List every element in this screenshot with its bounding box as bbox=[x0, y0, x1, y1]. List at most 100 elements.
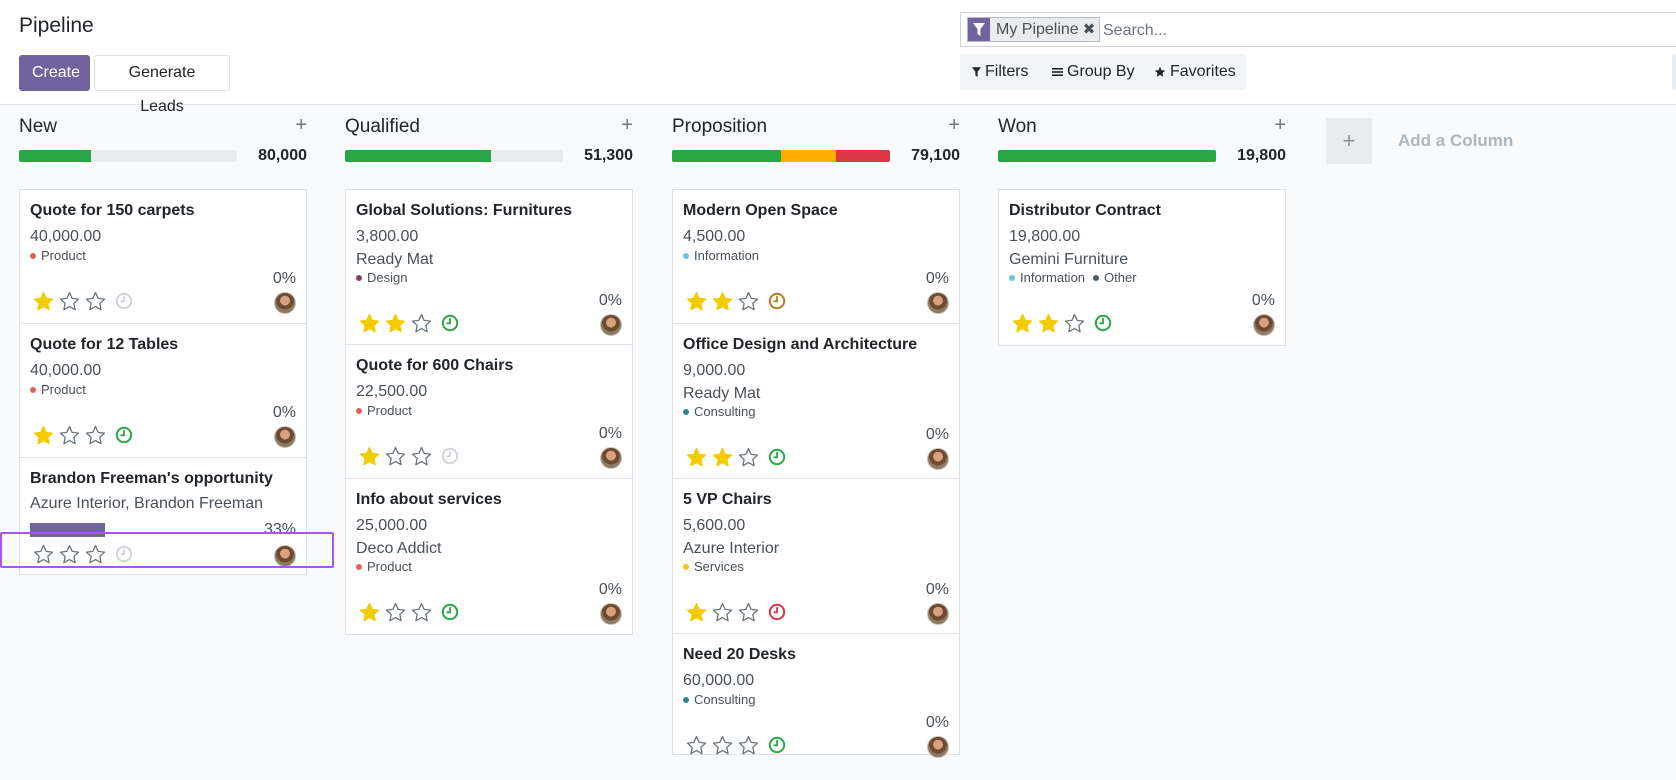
progress-segment[interactable] bbox=[998, 150, 1216, 162]
avatar[interactable] bbox=[600, 447, 622, 469]
clock-icon[interactable] bbox=[114, 291, 134, 311]
opportunity-card[interactable]: Quote for 12 Tables 40,000.00 Product 0% bbox=[20, 324, 306, 458]
facet-value: My Pipeline bbox=[996, 21, 1079, 38]
opportunity-card[interactable]: Need 20 Desks 60,000.00 Consulting 0% bbox=[673, 634, 959, 758]
column-progress-bar[interactable] bbox=[19, 150, 237, 162]
avatar[interactable] bbox=[274, 292, 296, 314]
star-empty-icon[interactable] bbox=[82, 424, 108, 446]
search-input[interactable] bbox=[1101, 18, 1645, 43]
clock-icon[interactable] bbox=[767, 291, 787, 311]
tag-label: Product bbox=[41, 382, 86, 397]
progress-segment[interactable] bbox=[19, 150, 91, 162]
star-filled-icon[interactable] bbox=[709, 446, 735, 468]
add-column-button[interactable]: + Add a Column bbox=[1326, 118, 1513, 164]
star-filled-icon[interactable] bbox=[683, 601, 709, 623]
star-filled-icon[interactable] bbox=[1009, 312, 1035, 334]
progress-segment[interactable] bbox=[672, 150, 781, 162]
clock-icon[interactable] bbox=[440, 313, 460, 333]
star-empty-icon[interactable] bbox=[56, 424, 82, 446]
favorites-button[interactable]: Favorites bbox=[1154, 54, 1236, 90]
star-filled-icon[interactable] bbox=[30, 424, 56, 446]
avatar[interactable] bbox=[927, 448, 949, 470]
card-title: Need 20 Desks bbox=[683, 646, 796, 663]
quick-create-plus-icon[interactable]: + bbox=[1274, 114, 1286, 137]
opportunity-card[interactable]: Distributor Contract 19,800.00 Gemini Furn… bbox=[999, 190, 1285, 345]
avatar[interactable] bbox=[600, 603, 622, 625]
clock-icon[interactable] bbox=[767, 735, 787, 755]
create-button[interactable]: Create bbox=[19, 55, 90, 91]
view-switcher-edge[interactable] bbox=[1672, 54, 1676, 90]
star-empty-icon[interactable] bbox=[735, 290, 761, 312]
column-progress-bar[interactable] bbox=[672, 150, 890, 162]
tag-dot bbox=[1009, 274, 1015, 281]
quick-create-plus-icon[interactable]: + bbox=[295, 114, 307, 137]
star-filled-icon[interactable] bbox=[356, 312, 382, 334]
star-empty-icon[interactable] bbox=[408, 312, 434, 334]
clock-icon[interactable] bbox=[440, 446, 460, 466]
avatar[interactable] bbox=[600, 314, 622, 336]
opportunity-card[interactable]: 5 VP Chairs 5,600.00 Azure Interior Service… bbox=[673, 479, 959, 634]
star-filled-icon[interactable] bbox=[709, 290, 735, 312]
avatar[interactable] bbox=[274, 426, 296, 448]
avatar[interactable] bbox=[1253, 314, 1275, 336]
generate-leads-button[interactable]: Generate Leads bbox=[94, 55, 230, 115]
avatar[interactable] bbox=[927, 292, 949, 314]
card-title: Info about services bbox=[356, 491, 502, 508]
progress-segment[interactable] bbox=[345, 150, 492, 162]
star-empty-icon[interactable] bbox=[382, 445, 408, 467]
remove-facet-icon[interactable]: ✖ bbox=[1083, 18, 1100, 41]
column-progress-bar[interactable] bbox=[998, 150, 1216, 162]
star-filled-icon[interactable] bbox=[683, 290, 709, 312]
opportunity-card[interactable]: Info about services 25,000.00 Deco Addict P… bbox=[346, 479, 632, 634]
progress-segment[interactable] bbox=[781, 150, 836, 162]
star-empty-icon[interactable] bbox=[408, 445, 434, 467]
progress-segment[interactable] bbox=[835, 150, 890, 162]
star-empty-icon[interactable] bbox=[683, 734, 709, 756]
probability-progress-bar[interactable] bbox=[30, 523, 105, 537]
column-total: 79,100 bbox=[911, 147, 960, 164]
clock-icon[interactable] bbox=[767, 602, 787, 622]
opportunity-card[interactable]: Quote for 150 carpets 40,000.00 Product 0% bbox=[20, 190, 306, 324]
star-filled-icon[interactable] bbox=[356, 601, 382, 623]
star-filled-icon[interactable] bbox=[30, 290, 56, 312]
star-empty-icon[interactable] bbox=[735, 734, 761, 756]
avatar[interactable] bbox=[274, 545, 296, 567]
star-filled-icon[interactable] bbox=[1035, 312, 1061, 334]
star-empty-icon[interactable] bbox=[56, 543, 82, 565]
star-empty-icon[interactable] bbox=[709, 601, 735, 623]
star-empty-icon[interactable] bbox=[82, 290, 108, 312]
card-title: 5 VP Chairs bbox=[683, 491, 772, 508]
star-filled-icon[interactable] bbox=[683, 446, 709, 468]
avatar[interactable] bbox=[927, 736, 949, 758]
opportunity-card[interactable]: Global Solutions: Furnitures 3,800.00 Read… bbox=[346, 190, 632, 345]
clock-icon[interactable] bbox=[114, 425, 134, 445]
opportunity-card[interactable]: Office Design and Architecture 9,000.00 Re… bbox=[673, 324, 959, 479]
opportunity-card[interactable]: Brandon Freeman's opportunity Azure Inter… bbox=[20, 458, 306, 574]
opportunity-card[interactable]: Modern Open Space 4,500.00 Information 0% bbox=[673, 190, 959, 324]
opportunity-card[interactable]: Quote for 600 Chairs 22,500.00 Product 0% bbox=[346, 345, 632, 479]
clock-icon[interactable] bbox=[440, 602, 460, 622]
filters-button[interactable]: Filters bbox=[972, 54, 1029, 90]
quick-create-plus-icon[interactable]: + bbox=[621, 114, 633, 137]
group-by-button[interactable]: Group By bbox=[1052, 54, 1135, 90]
star-filled-icon[interactable] bbox=[356, 445, 382, 467]
card-footer bbox=[30, 543, 134, 565]
clock-icon[interactable] bbox=[114, 544, 134, 564]
star-empty-icon[interactable] bbox=[30, 543, 56, 565]
quick-create-plus-icon[interactable]: + bbox=[948, 114, 960, 137]
clock-icon[interactable] bbox=[1093, 313, 1113, 333]
star-empty-icon[interactable] bbox=[709, 734, 735, 756]
avatar[interactable] bbox=[927, 603, 949, 625]
star-empty-icon[interactable] bbox=[82, 543, 108, 565]
star-filled-icon[interactable] bbox=[382, 312, 408, 334]
star-empty-icon[interactable] bbox=[735, 601, 761, 623]
clock-icon[interactable] bbox=[767, 447, 787, 467]
column-progress-bar[interactable] bbox=[345, 150, 563, 162]
card-revenue: 3,800.00 bbox=[356, 228, 419, 245]
star-empty-icon[interactable] bbox=[1061, 312, 1087, 334]
star-empty-icon[interactable] bbox=[735, 446, 761, 468]
star-empty-icon[interactable] bbox=[382, 601, 408, 623]
star-empty-icon[interactable] bbox=[56, 290, 82, 312]
column-title: Won bbox=[998, 116, 1037, 137]
star-empty-icon[interactable] bbox=[408, 601, 434, 623]
